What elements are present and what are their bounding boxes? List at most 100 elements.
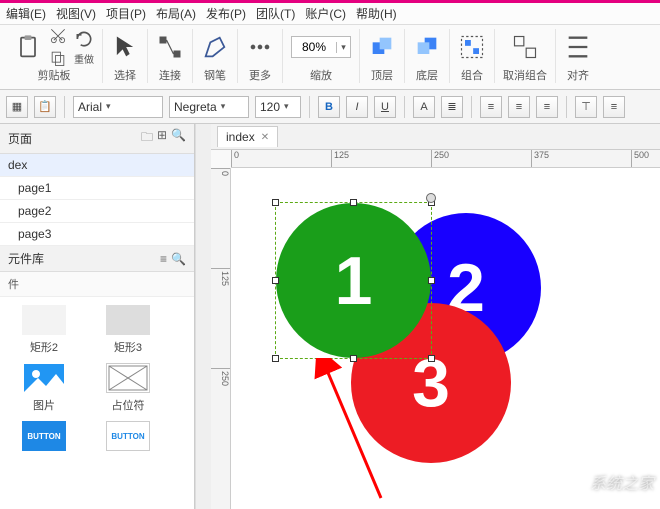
pages-list: dex page1 page2 page3 — [0, 154, 194, 246]
zoom-dropdown-icon[interactable]: ▾ — [336, 42, 350, 53]
style-manager-btn[interactable]: ▦ — [6, 96, 28, 118]
ruler-tick: 250 — [431, 150, 449, 167]
page-item-page2[interactable]: page2 — [0, 200, 194, 223]
group-group: 组合 — [450, 29, 495, 83]
zoom-combo[interactable]: ▾ — [291, 36, 351, 58]
align-right-btn[interactable]: ≡ — [536, 96, 558, 118]
bullets-btn[interactable]: ≣ — [441, 96, 463, 118]
pen-label: 钢笔 — [204, 67, 226, 83]
lib-item-button2[interactable]: BUTTON — [98, 421, 158, 455]
lib-item-button1[interactable]: BUTTON — [14, 421, 74, 455]
zoom-input[interactable] — [292, 40, 336, 54]
page-item-page1[interactable]: page1 — [0, 177, 194, 200]
align-left-btn[interactable]: ≡ — [480, 96, 502, 118]
rotate-handle[interactable] — [426, 193, 436, 203]
paste-icon[interactable] — [14, 33, 42, 61]
more-label: 更多 — [249, 67, 271, 83]
page-item-index[interactable]: dex — [0, 154, 194, 177]
separator — [404, 96, 405, 118]
send-back-icon[interactable] — [413, 33, 441, 61]
group-bottomlayer: 底层 — [405, 29, 450, 83]
menu-layout[interactable]: 布局(A) — [156, 5, 196, 22]
search-icon[interactable]: 🔍 — [171, 128, 186, 149]
page-item-page3[interactable]: page3 — [0, 223, 194, 246]
lib-title: 元件库 — [8, 250, 44, 267]
ruler-tick: 0 — [211, 168, 230, 176]
align-icon[interactable] — [564, 33, 592, 61]
resize-handle-sw[interactable] — [272, 355, 279, 362]
ungroup-label: 取消组合 — [503, 67, 547, 83]
lib-item-image[interactable]: 图片 — [14, 363, 74, 413]
add-page-icon[interactable]: ⊞ — [157, 128, 167, 149]
group-ungroup: 取消组合 — [495, 29, 556, 83]
group-align: 对齐 — [556, 29, 600, 83]
ruler-tick: 500 — [631, 150, 649, 167]
more-icon[interactable] — [246, 33, 274, 61]
toolbar: 重做 剪贴板 选择 连接 钢笔 更多 ▾ 缩放 顶层 底层 — [0, 25, 660, 90]
align-center-btn[interactable]: ≡ — [508, 96, 530, 118]
group-select: 选择 — [103, 29, 148, 83]
group-toplayer: 顶层 — [360, 29, 405, 83]
add-folder-icon[interactable]: 🗀 — [141, 128, 153, 149]
cut-icon[interactable] — [48, 26, 68, 46]
lib-item-placeholder[interactable]: 占位符 — [98, 363, 158, 413]
menu-edit[interactable]: 编辑(E) — [6, 5, 46, 22]
main-area: 页面 🗀 ⊞ 🔍 dex page1 page2 page3 元件库 ≡ 🔍 件 — [0, 124, 660, 509]
paste-style-btn[interactable]: 📋 — [34, 96, 56, 118]
pen-icon[interactable] — [201, 33, 229, 61]
menu-publish[interactable]: 发布(P) — [206, 5, 246, 22]
group-icon[interactable] — [458, 33, 486, 61]
menu-account[interactable]: 账户(C) — [305, 5, 346, 22]
pages-panel-header: 页面 🗀 ⊞ 🔍 — [0, 124, 194, 154]
bold-btn[interactable]: B — [318, 96, 340, 118]
copy-icon[interactable] — [48, 48, 68, 68]
lib-item-label: 图片 — [33, 397, 55, 413]
close-icon[interactable]: ✕ — [261, 132, 269, 143]
bring-front-icon[interactable] — [368, 33, 396, 61]
undo-icon[interactable] — [74, 29, 94, 49]
menu-project[interactable]: 项目(P) — [106, 5, 146, 22]
ruler-tick: 125 — [331, 150, 349, 167]
ruler-tick: 125 — [211, 268, 230, 286]
shape-circle-1[interactable]: 1 — [276, 203, 431, 358]
lib-panel-header: 元件库 ≡ 🔍 — [0, 246, 194, 272]
menubar: 编辑(E) 视图(V) 项目(P) 布局(A) 发布(P) 团队(T) 账户(C… — [0, 3, 660, 25]
lib-item-label: 矩形3 — [114, 339, 142, 355]
font-select[interactable]: Arial▾ — [73, 96, 163, 118]
ungroup-icon[interactable] — [511, 33, 539, 61]
format-bar: ▦ 📋 Arial▾ Negreta▾ 120▾ B I U A ≣ ≡ ≡ ≡… — [0, 90, 660, 124]
ruler-horizontal[interactable]: 0 125 250 375 500 — [231, 150, 660, 168]
tab-label: index — [226, 130, 255, 144]
resize-handle-nw[interactable] — [272, 199, 279, 206]
lib-item-rect2[interactable]: 矩形2 — [14, 305, 74, 355]
lib-menu-icon[interactable]: ≡ — [160, 252, 167, 266]
weight-select[interactable]: Negreta▾ — [169, 96, 249, 118]
pointer-icon[interactable] — [111, 33, 139, 61]
sidebar-scrollbar[interactable] — [195, 124, 211, 509]
menu-team[interactable]: 团队(T) — [256, 5, 295, 22]
ruler-vertical[interactable]: 0 125 250 — [211, 168, 231, 509]
menu-help[interactable]: 帮助(H) — [356, 5, 397, 22]
tab-index[interactable]: index ✕ — [217, 126, 278, 147]
group-more: 更多 — [238, 29, 283, 83]
lib-item-label: 占位符 — [112, 397, 145, 413]
sidebar: 页面 🗀 ⊞ 🔍 dex page1 page2 page3 元件库 ≡ 🔍 件 — [0, 124, 195, 509]
size-select[interactable]: 120▾ — [255, 96, 301, 118]
valign-top-btn[interactable]: ⊤ — [575, 96, 597, 118]
underline-btn[interactable]: U — [374, 96, 396, 118]
menu-view[interactable]: 视图(V) — [56, 5, 96, 22]
lib-item-label: 矩形2 — [30, 339, 58, 355]
redo-label[interactable]: 重做 — [74, 51, 94, 66]
lib-search-icon[interactable]: 🔍 — [171, 252, 186, 266]
separator — [471, 96, 472, 118]
group-connect: 连接 — [148, 29, 193, 83]
font-color-btn[interactable]: A — [413, 96, 435, 118]
italic-btn[interactable]: I — [346, 96, 368, 118]
lib-item-rect3[interactable]: 矩形3 — [98, 305, 158, 355]
canvas[interactable]: 2 3 1 — [231, 168, 660, 509]
connect-icon[interactable] — [156, 33, 184, 61]
valign-mid-btn[interactable]: ≡ — [603, 96, 625, 118]
lib-category: 件 — [0, 272, 194, 297]
separator — [64, 96, 65, 118]
canvas-tabbar: index ✕ — [211, 124, 660, 150]
